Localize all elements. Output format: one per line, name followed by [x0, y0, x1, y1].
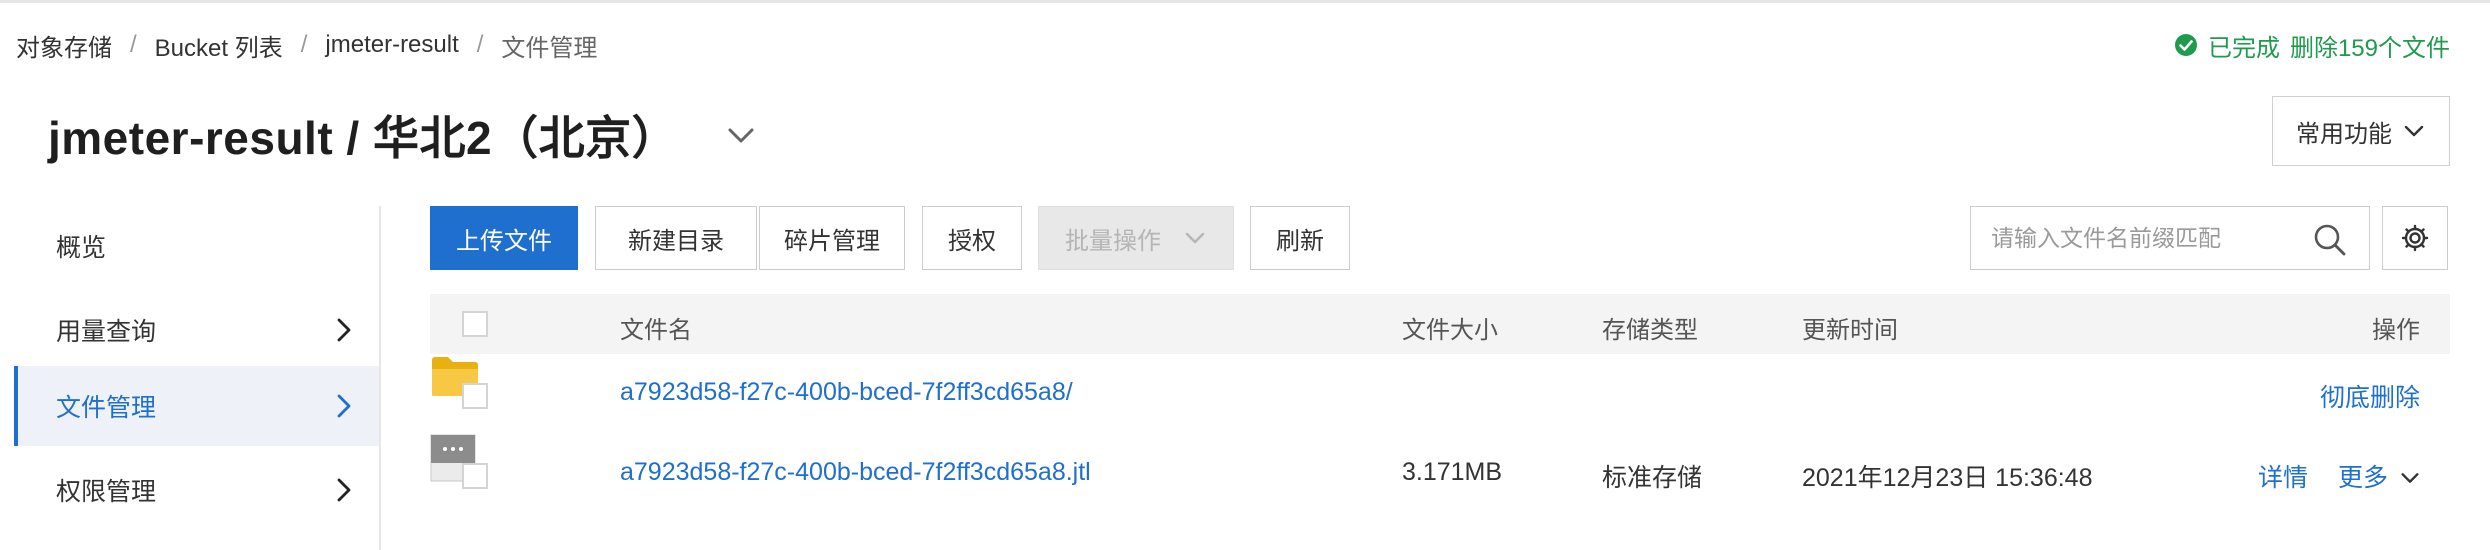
sidebar-item-usage[interactable]: 用量查询 [14, 290, 380, 370]
chevron-right-icon [337, 478, 351, 502]
updated-time-cell: 2021年12月23日 15:36:48 [1802, 464, 2093, 492]
sidebar-item-label: 概览 [56, 234, 107, 262]
search-icon[interactable] [2313, 223, 2347, 257]
breadcrumb-item-current: 文件管理 [501, 34, 598, 62]
file-size-cell: 3.171MB [1402, 458, 1503, 486]
common-functions-button[interactable]: 常用功能 [2272, 96, 2450, 166]
gear-icon [2401, 224, 2429, 252]
chevron-right-icon [337, 318, 351, 342]
more-actions-label: 更多 [2338, 464, 2389, 492]
chevron-down-icon [1185, 232, 1205, 244]
new-folder-button[interactable]: 新建目录 [595, 206, 757, 270]
authorize-button[interactable]: 授权 [922, 206, 1022, 270]
task-status[interactable]: 已完成 删除159个文件 [2174, 28, 2450, 62]
breadcrumb-separator: / [476, 31, 484, 58]
breadcrumb-separator: / [300, 31, 308, 58]
column-header-storage-type: 存储类型 [1602, 317, 1698, 344]
page-header: jmeter-result / 华北2（北京） [48, 100, 760, 170]
sidebar-item-label: 权限管理 [56, 478, 157, 506]
more-actions-link[interactable]: 更多 [2338, 458, 2421, 494]
column-header-updated: 更新时间 [1802, 317, 1898, 344]
row-checkbox[interactable] [462, 463, 488, 489]
chevron-right-icon [337, 394, 351, 418]
chevron-down-icon[interactable] [722, 116, 760, 154]
search-box [1970, 206, 2370, 270]
common-functions-label: 常用功能 [2296, 120, 2392, 148]
table-row: a7923d58-f27c-400b-bced-7f2ff3cd65a8/ 彻底… [430, 354, 2450, 434]
chevron-down-icon [2401, 473, 2419, 483]
delete-permanently-link[interactable]: 彻底删除 [2320, 378, 2420, 414]
status-done-text: 已完成 [2207, 34, 2280, 62]
sidebar-item-overview[interactable]: 概览 [14, 206, 380, 286]
breadcrumb: 对象存储 / Bucket 列表 / jmeter-result / 文件管理 [16, 28, 597, 62]
chevron-down-icon [2404, 125, 2424, 137]
fragment-management-button[interactable]: 碎片管理 [759, 206, 905, 270]
file-name-link[interactable]: a7923d58-f27c-400b-bced-7f2ff3cd65a8.jtl [620, 458, 1091, 487]
batch-operation-label: 批量操作 [1065, 227, 1161, 255]
column-header-name: 文件名 [620, 317, 692, 344]
breadcrumb-separator: / [130, 31, 137, 58]
page-title: jmeter-result / 华北2（北京） [48, 112, 679, 164]
top-divider [0, 0, 2490, 3]
table-header: 文件名 文件大小 存储类型 更新时间 操作 [430, 294, 2450, 354]
upload-file-button[interactable]: 上传文件 [430, 206, 578, 270]
sidebar-divider [379, 206, 381, 550]
breadcrumb-item-bucket-list[interactable]: Bucket 列表 [155, 28, 283, 63]
table-row: a7923d58-f27c-400b-bced-7f2ff3cd65a8.jtl… [430, 434, 2450, 514]
breadcrumb-item-bucket[interactable]: jmeter-result [325, 31, 458, 59]
column-header-actions: 操作 [2372, 317, 2420, 344]
details-link[interactable]: 详情 [2258, 458, 2308, 494]
sidebar: 概览 用量查询 文件管理 权限管理 [14, 206, 380, 550]
refresh-button[interactable]: 刷新 [1250, 206, 1350, 270]
settings-button[interactable] [2382, 206, 2448, 270]
select-all-checkbox[interactable] [462, 311, 488, 337]
column-header-size: 文件大小 [1402, 317, 1498, 344]
sidebar-item-permissions[interactable]: 权限管理 [14, 450, 380, 530]
status-action-text: 删除159个文件 [2289, 34, 2450, 62]
folder-name-link[interactable]: a7923d58-f27c-400b-bced-7f2ff3cd65a8/ [620, 378, 1073, 407]
check-circle-icon [2174, 34, 2197, 56]
sidebar-item-label: 用量查询 [56, 318, 157, 346]
sidebar-item-label: 文件管理 [56, 394, 157, 422]
sidebar-item-file-management[interactable]: 文件管理 [14, 366, 380, 446]
breadcrumb-item-oss[interactable]: 对象存储 [16, 28, 112, 63]
search-input[interactable] [1989, 215, 2293, 261]
row-checkbox[interactable] [462, 383, 488, 409]
batch-operation-button[interactable]: 批量操作 [1038, 206, 1234, 270]
storage-type-cell: 标准存储 [1602, 464, 1703, 492]
